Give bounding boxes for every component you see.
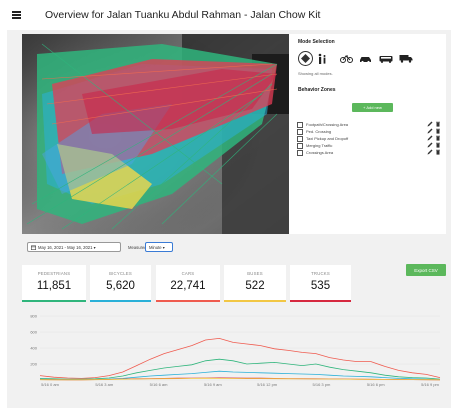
truck-icon[interactable] <box>398 51 413 66</box>
stat-color-bar <box>156 300 220 302</box>
stat-color-bar <box>224 300 286 302</box>
stat-label: BICYCLES <box>109 271 132 276</box>
trash-icon[interactable] <box>435 142 441 148</box>
stat-value: 522 <box>245 280 265 292</box>
stat-label: PEDESTRIANS <box>37 271 71 276</box>
stat-color-bar <box>22 300 86 302</box>
series-line-1 <box>39 358 441 380</box>
stat-label: TRUCKS <box>311 271 330 276</box>
stat-card-trucks: TRUCKS 535 <box>290 265 351 302</box>
zone-row: Taxi Pickup and Dropoff <box>297 135 442 142</box>
zone-row: Crossings Area <box>297 149 442 156</box>
stat-value: 5,620 <box>106 280 135 292</box>
stat-value: 11,851 <box>36 280 72 292</box>
trash-icon[interactable] <box>435 149 441 155</box>
measured-by-select[interactable]: Minute ▾ <box>145 242 173 252</box>
y-tick-label: 400 <box>30 346 37 351</box>
line-chart-svg: 800 600 400 200 5/16 0 am 5/16 3 am 5/16 6 am 5… <box>30 314 441 387</box>
menu-icon[interactable] <box>12 11 21 19</box>
x-tick-label: 5/16 9 am <box>204 382 222 387</box>
calendar-icon <box>31 245 36 250</box>
stat-label: BUSES <box>247 271 263 276</box>
y-tick-label: 800 <box>30 314 37 319</box>
pedestrian-icon[interactable] <box>314 51 329 66</box>
trash-icon[interactable] <box>435 135 441 141</box>
mode-status-text: Showing all modes. <box>298 71 333 76</box>
trajectory-image <box>22 34 289 234</box>
stat-label: CARS <box>181 271 195 276</box>
camera-trajectory-view <box>22 34 289 234</box>
stat-value: 22,741 <box>170 280 206 292</box>
mode-selection-heading: Mode Selection <box>298 39 335 45</box>
app-header: Overview for Jalan Tuanku Abdul Rahman -… <box>0 0 451 30</box>
traffic-line-chart: 800 600 400 200 5/16 0 am 5/16 3 am 5/16 6 am 5… <box>20 312 446 387</box>
x-tick-label: 5/16 3 pm <box>313 382 331 387</box>
zone-label: Merging Traffic <box>306 143 333 148</box>
trash-icon[interactable] <box>435 128 441 134</box>
stat-color-bar <box>90 300 151 302</box>
zone-label: Taxi Pickup and Dropoff <box>306 136 349 141</box>
bicycle-icon[interactable] <box>339 51 354 66</box>
behavior-zones-heading: Behavior Zones <box>298 87 336 93</box>
x-tick-label: 5/16 6 pm <box>367 382 385 387</box>
zone-checkbox[interactable] <box>297 136 303 142</box>
x-tick-label: 5/16 6 am <box>150 382 168 387</box>
stat-card-pedestrians: PEDESTRIANS 11,851 <box>22 265 86 302</box>
page-title: Overview for Jalan Tuanku Abdul Rahman -… <box>45 9 321 21</box>
zone-label: Ped. Crossing <box>306 129 332 134</box>
zone-row: Footpath/Crossing Area <box>297 121 442 128</box>
zone-checkbox[interactable] <box>297 150 303 156</box>
y-tick-label: 200 <box>30 362 37 367</box>
zone-row: Merging Traffic <box>297 142 442 149</box>
trash-icon[interactable] <box>435 121 441 127</box>
all-modes-icon[interactable] <box>298 51 313 66</box>
bus-icon[interactable] <box>378 51 393 66</box>
zone-label: Footpath/Crossing Area <box>306 122 349 127</box>
stat-value: 535 <box>310 280 331 292</box>
pencil-icon[interactable] <box>427 121 433 127</box>
stat-card-cars: CARS 22,741 <box>156 265 220 302</box>
zone-label: Crossings Area <box>306 150 334 155</box>
zone-checkbox[interactable] <box>297 122 303 128</box>
car-icon[interactable] <box>358 51 373 66</box>
x-tick-label: 5/16 12 pm <box>257 382 278 387</box>
date-range-picker[interactable]: May 16, 2021 - May 16, 2021 ▾ <box>27 242 121 252</box>
add-zone-button[interactable]: + Add new <box>352 103 393 112</box>
zone-checkbox[interactable] <box>297 129 303 135</box>
x-tick-label: 5/16 9 pm <box>421 382 439 387</box>
pencil-icon[interactable] <box>427 142 433 148</box>
stat-color-bar <box>290 300 351 302</box>
pencil-icon[interactable] <box>427 149 433 155</box>
stat-card-buses: BUSES 522 <box>224 265 286 302</box>
y-tick-label: 600 <box>30 330 37 335</box>
pencil-icon[interactable] <box>427 128 433 134</box>
stat-card-bicycles: BICYCLES 5,620 <box>90 265 151 302</box>
x-tick-label: 5/16 3 am <box>95 382 113 387</box>
date-range-value: May 16, 2021 - May 16, 2021 ▾ <box>38 244 96 250</box>
zone-checkbox[interactable] <box>297 143 303 149</box>
pencil-icon[interactable] <box>427 135 433 141</box>
zone-row: Ped. Crossing <box>297 128 442 135</box>
export-csv-button[interactable]: Export CSV <box>406 264 446 276</box>
x-tick-label: 5/16 0 am <box>41 382 59 387</box>
